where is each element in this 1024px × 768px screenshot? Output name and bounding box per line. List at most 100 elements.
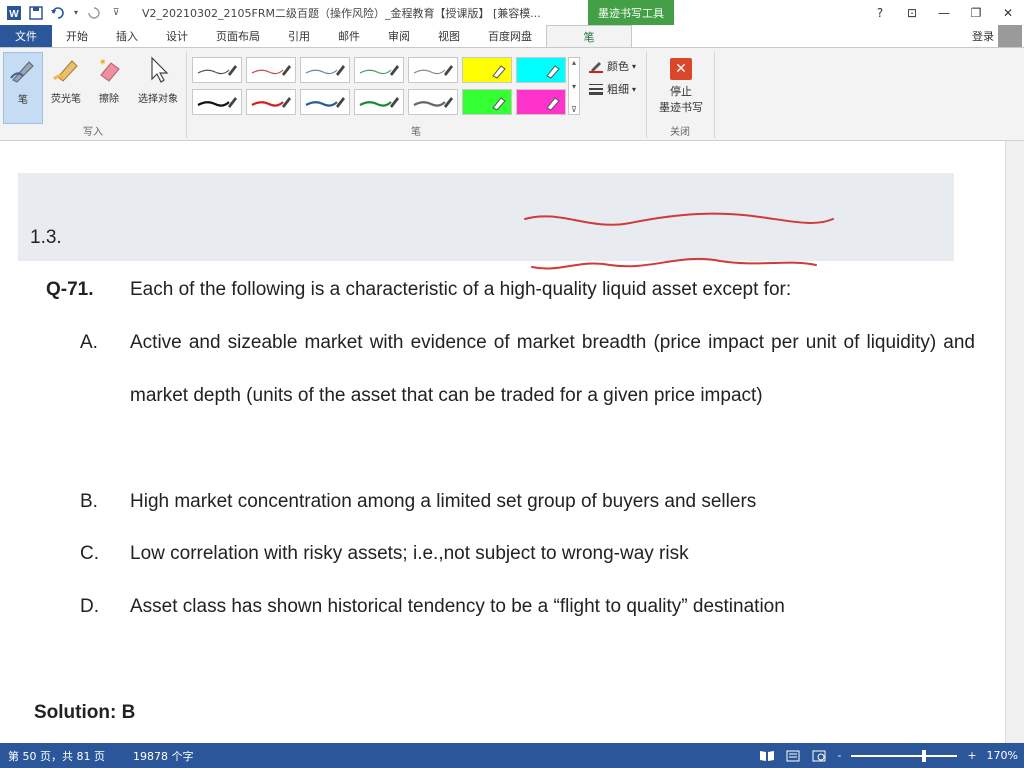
tab-design[interactable]: 设计 — [152, 25, 202, 47]
pen-icon — [9, 55, 37, 85]
pen-stroke-icon — [413, 65, 453, 76]
pen-style-gallery — [192, 57, 566, 115]
tab-mailings[interactable]: 邮件 — [324, 25, 374, 47]
pen-gallery-scroll[interactable]: ▴ ▾ ⊽ — [568, 57, 580, 115]
pen-stroke-icon — [413, 97, 453, 108]
page-count[interactable]: 第 50 页，共 81 页 — [8, 748, 105, 764]
highlighter-tool-button[interactable]: 荧光笔 — [46, 52, 86, 124]
eraser-icon: ✷ — [95, 54, 123, 84]
gallery-down-icon[interactable]: ▾ — [572, 82, 576, 91]
line-weight-icon — [589, 84, 603, 95]
pen-style-swatch[interactable] — [192, 57, 242, 83]
stop-inking-button[interactable]: ✕ 停止 墨迹书写 — [655, 58, 707, 115]
eraser-tool-button[interactable]: ✷ 擦除 — [89, 52, 129, 124]
pen-weight-dropdown[interactable]: 粗细 ▾ — [588, 81, 636, 97]
pen-style-swatch[interactable] — [354, 57, 404, 83]
status-right-controls: - + 170% — [759, 743, 1018, 768]
pen-color-icon — [589, 62, 603, 73]
option-text: High market concentration among a limite… — [130, 491, 757, 512]
tab-page-layout[interactable]: 页面布局 — [202, 25, 274, 47]
ink-tools-context-title: 墨迹书写工具 — [588, 0, 674, 25]
print-layout-icon[interactable] — [785, 749, 801, 763]
gallery-more-icon[interactable]: ⊽ — [571, 105, 577, 114]
option-text: Active and sizeable market with evidence… — [130, 332, 975, 406]
close-x-icon: ✕ — [670, 58, 692, 80]
option-letter: C. — [80, 543, 99, 564]
pen-stroke-icon — [305, 65, 345, 76]
tab-references[interactable]: 引用 — [274, 25, 324, 47]
zoom-in-button[interactable]: + — [967, 749, 976, 762]
tab-view[interactable]: 视图 — [424, 25, 474, 47]
write-group-label: 写入 — [83, 127, 103, 138]
document-title: V2_20210302_2105FRM二级百题（操作风险）_金程教育【授课版】 … — [142, 6, 541, 20]
pen-tool-button[interactable]: 笔 — [3, 52, 43, 124]
pen-stroke-icon — [197, 97, 237, 108]
undo-dropdown-icon[interactable]: ▾ — [72, 5, 80, 21]
undo-icon[interactable] — [50, 5, 66, 21]
pen-style-swatch[interactable] — [192, 89, 242, 115]
document-area: 1.3. Q-71. Each of the following is a ch… — [0, 141, 1024, 743]
pen-stroke-icon — [359, 65, 399, 76]
ribbon-pen: 笔 荧光笔 ✷ 擦除 选择对象 写入 ▴ ▾ ⊽ 颜色 ▾ 粗细 ▾ 笔 ✕ 停… — [0, 47, 1024, 141]
zoom-slider[interactable] — [851, 749, 958, 762]
word-window: W ▾ ⊽ V2_20210302_2105FRM二级百题（操作风险）_金程教育… — [0, 0, 1024, 768]
web-layout-icon[interactable] — [811, 749, 827, 763]
heading-shading — [18, 173, 954, 261]
pen-style-swatch[interactable] — [300, 57, 350, 83]
word-count[interactable]: 19878 个字 — [133, 748, 194, 764]
select-objects-button[interactable]: 选择对象 — [132, 52, 184, 124]
pen-style-swatch[interactable] — [516, 57, 566, 83]
pen-style-swatch[interactable] — [300, 89, 350, 115]
tab-review[interactable]: 审阅 — [374, 25, 424, 47]
pen-style-swatch[interactable] — [462, 57, 512, 83]
pen-style-swatch[interactable] — [354, 89, 404, 115]
highlighter-icon — [546, 65, 560, 79]
document-page[interactable]: 1.3. Q-71. Each of the following is a ch… — [0, 141, 1005, 743]
window-controls: ? ⊡ — ❐ ✕ — [864, 0, 1024, 25]
vertical-scrollbar[interactable] — [1005, 141, 1024, 743]
close-button[interactable]: ✕ — [992, 0, 1024, 25]
tab-baidu-netdisk[interactable]: 百度网盘 — [474, 25, 546, 47]
restore-button[interactable]: ❐ — [960, 0, 992, 25]
ribbon-tabs: 文件 开始 插入 设计 页面布局 引用 邮件 审阅 视图 百度网盘 笔 登录 — [0, 25, 1024, 53]
option-text: Low correlation with risky assets; i.e.,… — [130, 543, 689, 564]
word-logo-icon: W — [6, 5, 22, 21]
pen-stroke-icon — [359, 97, 399, 108]
ribbon-separator — [714, 52, 715, 138]
save-icon[interactable] — [28, 5, 44, 21]
pen-style-swatch[interactable] — [408, 57, 458, 83]
read-mode-icon[interactable] — [759, 749, 775, 763]
pen-group-label: 笔 — [411, 127, 421, 138]
pen-color-dropdown[interactable]: 颜色 ▾ — [588, 58, 636, 74]
help-button[interactable]: ? — [864, 0, 896, 25]
zoom-out-button[interactable]: - — [837, 749, 841, 762]
zoom-level[interactable]: 170% — [987, 749, 1018, 762]
highlighter-icon — [492, 65, 506, 79]
solution-text: Solution: B — [34, 702, 136, 723]
tab-home[interactable]: 开始 — [52, 25, 102, 47]
tab-insert[interactable]: 插入 — [102, 25, 152, 47]
minimize-button[interactable]: — — [928, 0, 960, 25]
tab-file[interactable]: 文件 — [0, 25, 52, 47]
highlighter-icon — [492, 97, 506, 111]
status-bar: 第 50 页，共 81 页 19878 个字 - + 170% — [0, 743, 1024, 768]
tab-pen[interactable]: 笔 — [546, 25, 632, 47]
pen-style-swatch[interactable] — [462, 89, 512, 115]
pen-stroke-icon — [251, 65, 291, 76]
pen-stroke-icon — [197, 65, 237, 76]
pen-style-swatch[interactable] — [246, 57, 296, 83]
sign-in-link[interactable]: 登录 — [972, 25, 994, 47]
customize-qat-icon[interactable]: ⊽ — [108, 5, 124, 21]
zoom-slider-thumb[interactable] — [922, 749, 927, 762]
redo-icon[interactable] — [86, 5, 102, 21]
quick-access-toolbar: W ▾ ⊽ — [0, 5, 124, 21]
close-group-label: 关闭 — [670, 127, 690, 138]
question-text: Each of the following is a characteristi… — [130, 279, 792, 300]
pen-style-swatch[interactable] — [246, 89, 296, 115]
pen-style-swatch[interactable] — [408, 89, 458, 115]
ribbon-display-options-button[interactable]: ⊡ — [896, 0, 928, 25]
gallery-up-icon[interactable]: ▴ — [572, 58, 576, 67]
highlighter-icon — [546, 97, 560, 111]
pen-stroke-icon — [251, 97, 291, 108]
pen-style-swatch[interactable] — [516, 89, 566, 115]
